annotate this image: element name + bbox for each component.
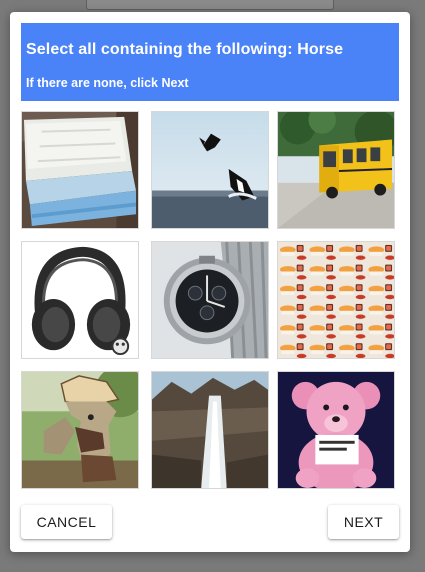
image-tile-wristwatch[interactable] — [151, 241, 269, 359]
image-tile-school-bus[interactable] — [277, 111, 395, 229]
wristwatch-image — [152, 242, 268, 358]
image-tile-waterfall[interactable] — [151, 371, 269, 489]
mattress-image — [22, 112, 138, 228]
image-tile-sushi[interactable] — [277, 241, 395, 359]
image-tile-horse-statue[interactable] — [21, 371, 139, 489]
next-button[interactable]: NEXT — [328, 505, 399, 539]
headphones-image — [22, 242, 138, 358]
orca-image — [152, 112, 268, 228]
cancel-button[interactable]: CANCEL — [21, 505, 112, 539]
captcha-dialog: Select all containing the following: Hor… — [10, 12, 410, 552]
teddy-bear-image — [278, 372, 394, 488]
waterfall-image — [152, 372, 268, 488]
image-tile-orca[interactable] — [151, 111, 269, 229]
background-input-field — [86, 0, 334, 10]
sushi-pattern-image — [278, 242, 394, 358]
image-tile-mattress[interactable] — [21, 111, 139, 229]
school-bus-image — [278, 112, 394, 228]
image-tile-teddy-bear[interactable] — [277, 371, 395, 489]
horse-statue-image — [22, 372, 138, 488]
challenge-prompt: Select all containing the following: Hor… — [26, 41, 344, 58]
image-tile-headphones[interactable] — [21, 241, 139, 359]
challenge-header: Select all containing the following: Hor… — [21, 23, 399, 101]
challenge-instruction: If there are none, click Next — [26, 76, 189, 90]
